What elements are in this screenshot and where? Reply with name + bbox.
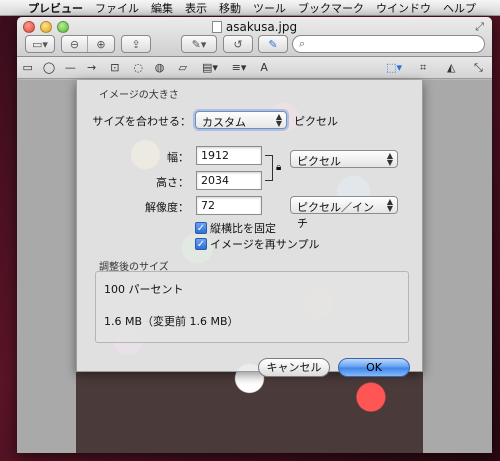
- menu-edit[interactable]: 編集: [145, 0, 179, 16]
- search-icon: ⌕: [299, 37, 306, 50]
- rectangle-select-icon[interactable]: ▭: [17, 61, 38, 74]
- resolution-unit-value: ピクセル／インチ: [297, 201, 374, 230]
- cancel-button[interactable]: キャンセル: [258, 358, 330, 377]
- menu-help[interactable]: ヘルプ: [437, 0, 482, 16]
- checkmark-icon: ✓: [195, 238, 207, 250]
- scale-proportionally-label: 縦横比を固定: [210, 222, 276, 235]
- resolution-label: 解像度：: [145, 201, 189, 214]
- menu-view[interactable]: 表示: [179, 0, 213, 16]
- rotate-icon: ↺: [233, 37, 243, 51]
- document-icon: [211, 21, 222, 33]
- result-group-box: 100 パーセント 1.6 MB（変更前 1.6 MB）: [95, 271, 409, 343]
- fit-label: サイズを合わせる：: [92, 115, 191, 128]
- markup-pen-button[interactable]: ✎▾: [181, 35, 217, 53]
- result-size-text: 1.6 MB（変更前 1.6 MB）: [104, 315, 239, 328]
- zoom-in-icon[interactable]: ⊕: [88, 36, 114, 52]
- share-icon: ⇪: [131, 37, 141, 51]
- menu-file[interactable]: ファイル: [89, 0, 145, 16]
- sidebar-icon: ▭▾: [32, 37, 48, 51]
- size-unit-popup[interactable]: ピクセル ▲ ▼: [290, 150, 398, 168]
- menu-bookmarks[interactable]: ブックマーク: [292, 0, 370, 16]
- height-field[interactable]: 2034: [196, 171, 262, 190]
- selection-icon[interactable]: ⬚▾: [380, 61, 409, 74]
- fullscreen-icon[interactable]: ⤢: [475, 20, 484, 34]
- menu-tools[interactable]: ツール: [247, 0, 292, 16]
- width-field[interactable]: 1912: [196, 146, 262, 165]
- edit-toolbar-button[interactable]: ✎: [258, 35, 288, 53]
- adjust-size-sheet: イメージの大きさ サイズを合わせる： カスタム ▲ ▼ ピクセル 幅： 1912 …: [76, 80, 423, 377]
- popup-arrows-icon: ▲ ▼: [275, 112, 282, 128]
- rotate-button[interactable]: ↺: [223, 35, 253, 53]
- text-box-icon[interactable]: ⊡: [102, 61, 127, 74]
- ok-button[interactable]: OK: [338, 358, 410, 377]
- window-title: asakusa.jpg: [17, 20, 492, 34]
- menu-bar: プレビュー ファイル 編集 表示 移動 ツール ブックマーク ウインドウ ヘルプ: [0, 0, 500, 16]
- popup-arrows-icon: ▲ ▼: [386, 151, 393, 167]
- search-input[interactable]: ⌕: [292, 35, 485, 53]
- image-size-section-label: イメージの大きさ: [99, 90, 179, 101]
- note-icon[interactable]: ▱: [170, 61, 195, 74]
- fit-unit-label: ピクセル: [294, 115, 338, 128]
- menu-window[interactable]: ウインドウ: [370, 0, 437, 16]
- zoom-out-icon[interactable]: ⊖: [62, 36, 88, 52]
- height-label: 高さ：: [156, 176, 189, 189]
- arrow-icon[interactable]: →: [81, 61, 102, 74]
- color-icon[interactable]: ▤▾: [195, 61, 224, 74]
- preview-window: asakusa.jpg ⤢ ▭▾ ⊖ ⊕ ⇪ ✎▾ ↺ ✎ ⌕ ▭ ◯ — → …: [17, 17, 492, 453]
- fit-popup[interactable]: カスタム ▲ ▼: [195, 111, 287, 129]
- crop-icon[interactable]: ⌗: [409, 61, 438, 75]
- result-percent-text: 100 パーセント: [104, 283, 184, 296]
- line-icon[interactable]: —: [60, 61, 81, 74]
- menu-app[interactable]: プレビュー: [22, 0, 89, 16]
- zoom-buttons: ⊖ ⊕: [61, 35, 115, 53]
- adjust-color-icon[interactable]: ◭: [438, 61, 465, 74]
- menu-go[interactable]: 移動: [213, 0, 247, 16]
- checkmark-icon: ✓: [195, 222, 207, 234]
- edit-icon: ✎: [268, 37, 278, 51]
- window-title-text: asakusa.jpg: [225, 20, 298, 34]
- lock-icon: 🔒︎: [276, 162, 282, 173]
- size-unit-value: ピクセル: [297, 155, 341, 168]
- title-bar: asakusa.jpg ⤢ ▭▾ ⊖ ⊕ ⇪ ✎▾ ↺ ✎ ⌕: [17, 17, 492, 57]
- font-icon[interactable]: A: [254, 61, 275, 74]
- resolution-field[interactable]: 72: [196, 196, 262, 215]
- annotation-toolbar: ▭ ◯ — → ⊡ ◌ ◍ ▱ ▤▾ ≡▾ A ⬚▾ ⌗ ◭ ⤡: [17, 57, 492, 79]
- popup-arrows-icon: ▲ ▼: [386, 197, 393, 213]
- ellipse-icon[interactable]: ◯: [38, 61, 59, 74]
- fit-popup-value: カスタム: [202, 116, 246, 129]
- sidebar-toggle-button[interactable]: ▭▾: [25, 35, 55, 53]
- speech-bubble-icon[interactable]: ◌: [128, 61, 149, 74]
- share-button[interactable]: ⇪: [121, 35, 151, 53]
- pen-icon: ✎▾: [191, 37, 207, 51]
- width-label: 幅：: [167, 151, 189, 164]
- adjust-size-icon[interactable]: ⤡: [465, 61, 492, 75]
- thought-bubble-icon[interactable]: ◍: [149, 61, 170, 74]
- resolution-unit-popup[interactable]: ピクセル／インチ ▲ ▼: [290, 196, 398, 230]
- resample-checkbox[interactable]: ✓ イメージを再サンプル: [195, 236, 319, 252]
- resample-label: イメージを再サンプル: [210, 238, 320, 251]
- proportion-bracket: [265, 155, 273, 181]
- scale-proportionally-checkbox[interactable]: ✓ 縦横比を固定: [195, 220, 276, 236]
- line-style-icon[interactable]: ≡▾: [224, 61, 253, 74]
